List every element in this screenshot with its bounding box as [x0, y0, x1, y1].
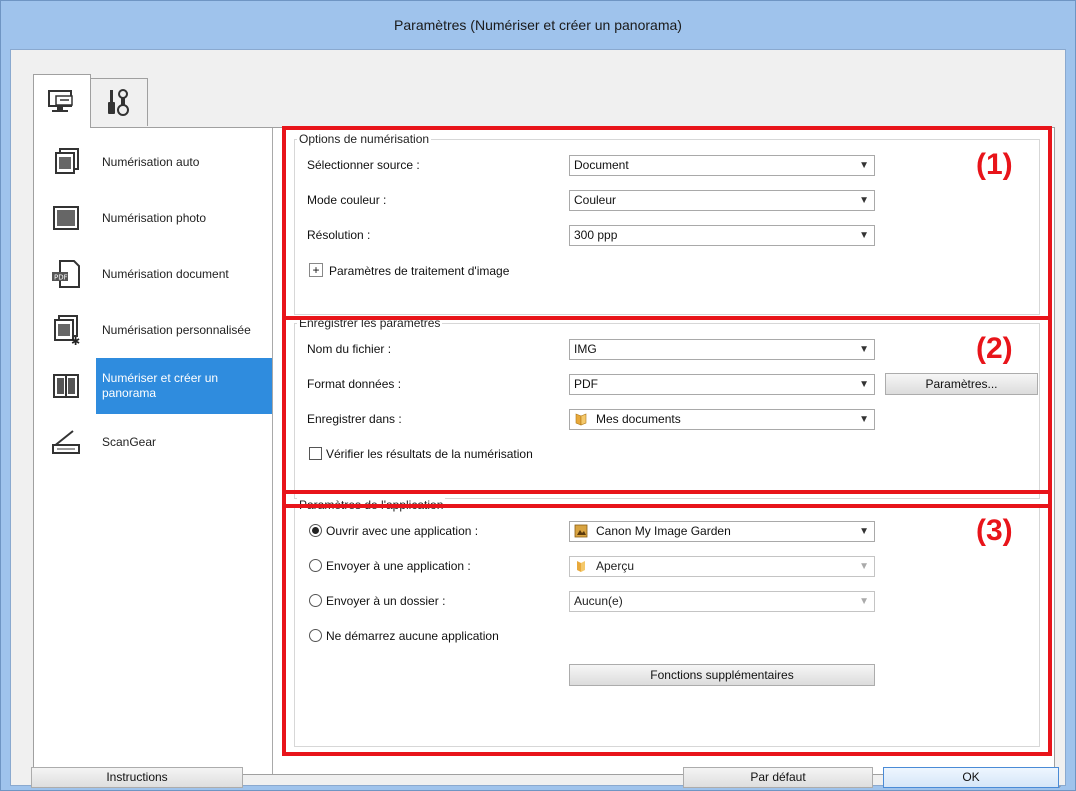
document-scan-icon: PDF: [52, 260, 80, 288]
tab-scan-from-computer[interactable]: [33, 74, 91, 128]
svg-text:PDF: PDF: [54, 274, 68, 282]
sidebar-item-document-scan[interactable]: PDF Numérisation document: [36, 246, 272, 302]
sidebar-item-scangear[interactable]: ScanGear: [36, 414, 272, 470]
custom-scan-icon: ✱: [54, 315, 80, 346]
sidebar-item-label: Numérisation photo: [102, 210, 207, 225]
sidebar-item-photo-scan[interactable]: Numérisation photo: [36, 190, 272, 246]
tools-icon: [108, 88, 129, 116]
window-title: Paramètres (Numériser et créer un panora…: [1, 1, 1075, 49]
defaults-button[interactable]: Par défaut: [683, 767, 873, 788]
sidebar-item-label: Numérisation auto: [102, 154, 200, 169]
svg-text:✱: ✱: [71, 335, 80, 346]
sidebar-item-label: Numérisation personnalisée: [102, 322, 251, 337]
instructions-button[interactable]: Instructions: [31, 767, 243, 788]
highlight-box-2: [282, 316, 1052, 508]
ok-button[interactable]: OK: [883, 767, 1059, 788]
sidebar-item-label: ScanGear: [102, 434, 157, 449]
sidebar-item-custom-scan[interactable]: ✱ Numérisation personnalisée: [36, 302, 272, 358]
scangear-icon: [52, 430, 80, 454]
dialog-client-area: Numérisation auto Numérisation photo PDF…: [10, 49, 1066, 790]
panorama-scan-icon: [53, 374, 79, 398]
highlight-box-3: [282, 490, 1052, 756]
scan-computer-icon: [48, 89, 73, 112]
sidebar-item-label: Numériser et créer un panorama: [96, 358, 272, 414]
sidebar-item-panorama-scan[interactable]: Numériser et créer un panorama: [36, 358, 272, 414]
auto-scan-icon: [55, 148, 79, 174]
highlight-box-1: [282, 126, 1052, 320]
sidebar-item-label: Numérisation document: [102, 266, 229, 281]
settings-window: Paramètres (Numériser et créer un panora…: [0, 0, 1076, 791]
sidebar-item-auto-scan[interactable]: Numérisation auto: [36, 134, 272, 190]
photo-scan-icon: [53, 206, 79, 230]
scan-type-list: Numérisation auto Numérisation photo PDF…: [36, 128, 273, 774]
settings-panel: Numérisation auto Numérisation photo PDF…: [33, 126, 1055, 775]
tab-general-settings[interactable]: [90, 78, 148, 126]
settings-content: Options de numérisation Sélectionner sou…: [282, 126, 1052, 774]
